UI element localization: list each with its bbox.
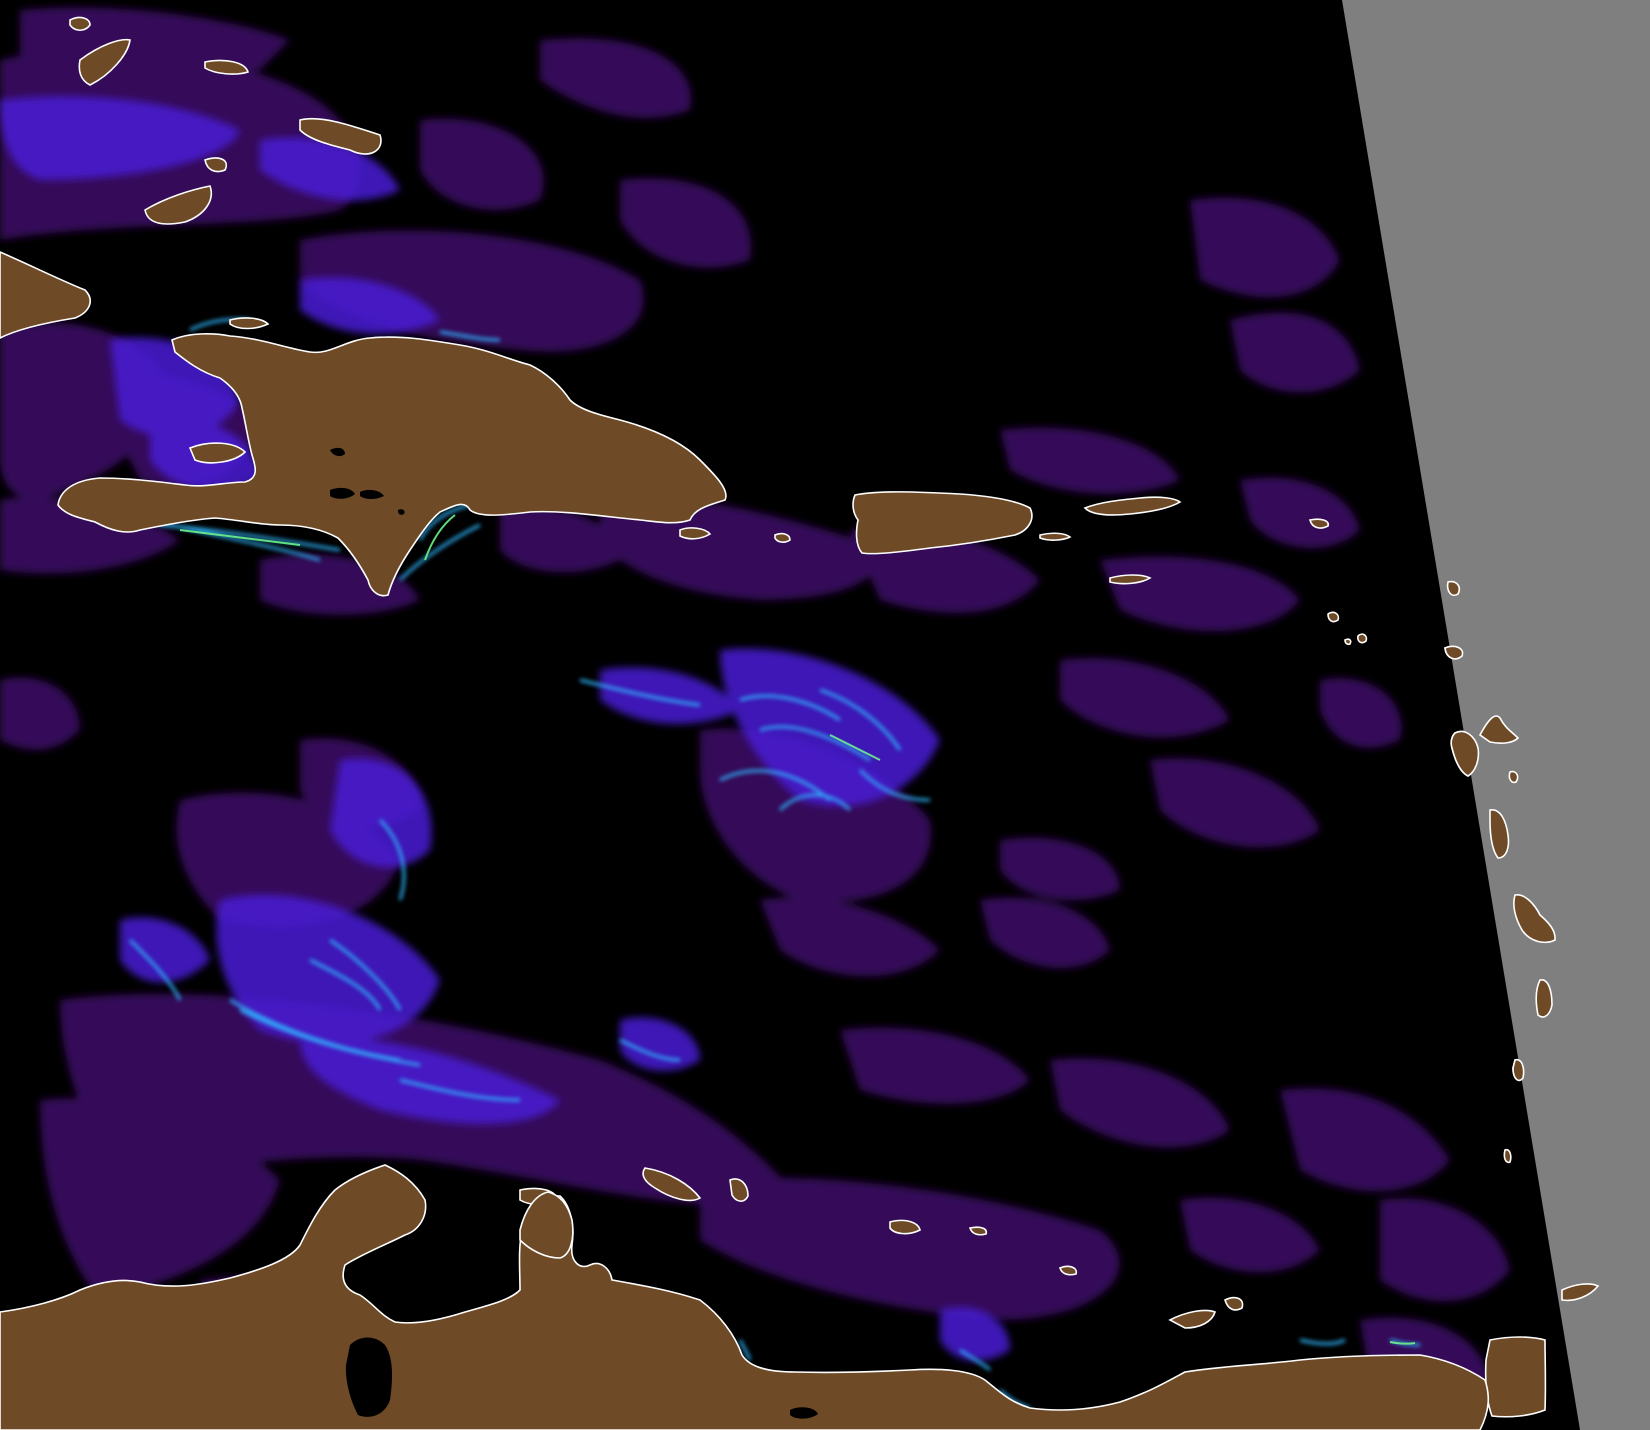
satellite-ocean-color-map xyxy=(0,0,1650,1430)
landmass-mona xyxy=(774,532,791,543)
landmass-long-island xyxy=(69,16,91,32)
landmass-vieques xyxy=(1039,532,1072,541)
landmass-montserrat xyxy=(1357,633,1368,644)
landmass-redonda xyxy=(1344,638,1352,646)
map-canvas xyxy=(0,0,1650,1430)
landmass-trinidad xyxy=(1484,1336,1547,1418)
landmass-grenada xyxy=(1503,1148,1512,1164)
landmass-st-kitts xyxy=(1327,611,1340,623)
